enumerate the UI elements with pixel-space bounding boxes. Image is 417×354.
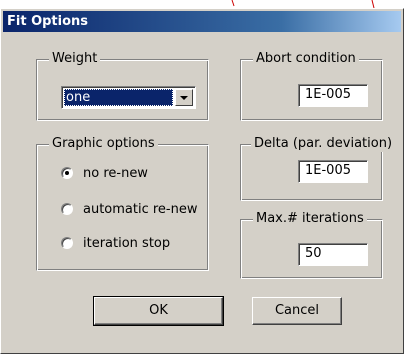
- radio-automatic-renew-label: automatic re-new: [83, 201, 198, 217]
- abort-condition-input[interactable]: 1E-005: [298, 84, 368, 107]
- abort-condition-label: Abort condition: [253, 51, 359, 67]
- radio-iteration-stop[interactable]: iteration stop: [61, 234, 170, 252]
- max-iterations-label: Max.# iterations: [253, 211, 367, 227]
- weight-dropdown[interactable]: one: [61, 86, 196, 109]
- radio-iteration-stop-label: iteration stop: [83, 235, 171, 251]
- delta-input[interactable]: 1E-005: [298, 160, 368, 183]
- radio-button-checked[interactable]: [61, 167, 73, 179]
- fit-options-dialog: Fit Options Weight one Graphic options n…: [0, 8, 404, 354]
- radio-no-renew-label: no re-new: [83, 165, 148, 181]
- radio-button[interactable]: [61, 237, 73, 249]
- delta-label: Delta (par. deviation): [251, 136, 396, 152]
- radio-button[interactable]: [61, 203, 73, 215]
- weight-group-label: Weight: [49, 51, 101, 67]
- weight-dropdown-button[interactable]: [175, 89, 193, 106]
- max-iterations-input[interactable]: 50: [298, 243, 368, 266]
- graphic-options-label: Graphic options: [49, 136, 158, 152]
- cancel-button[interactable]: Cancel: [252, 297, 342, 325]
- weight-dropdown-value: one: [64, 89, 173, 106]
- radio-automatic-renew[interactable]: automatic re-new: [61, 200, 198, 218]
- chevron-down-icon: [180, 95, 188, 100]
- ok-button[interactable]: OK: [93, 296, 224, 326]
- dialog-title[interactable]: Fit Options: [3, 11, 401, 32]
- radio-no-renew[interactable]: no re-new: [61, 164, 148, 182]
